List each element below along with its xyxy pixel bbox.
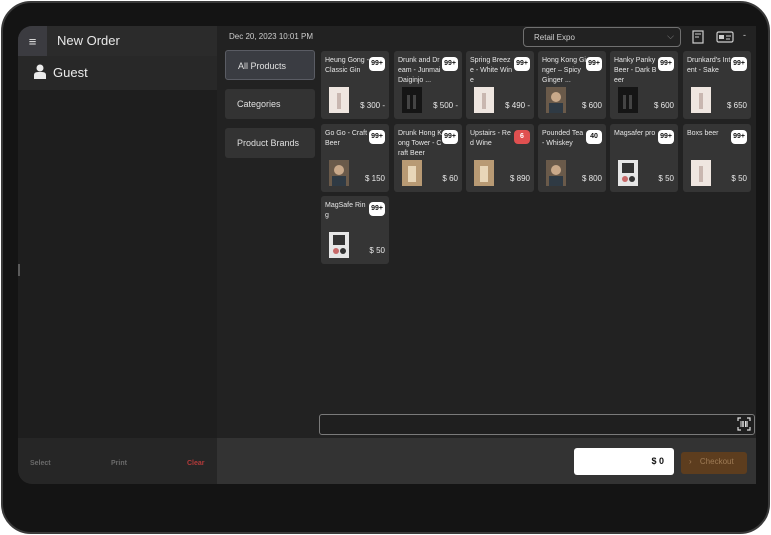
search-scan-input[interactable] — [319, 414, 755, 435]
category-product-brands[interactable]: Product Brands — [225, 128, 315, 158]
product-card[interactable]: Hanky Panky Beer - Dark Beer 99+ $ 600 — [610, 51, 678, 119]
stock-badge: 99+ — [514, 57, 530, 71]
product-card[interactable]: Hong Kong Ginger – Spicy Ginger ... 99+ $ … — [538, 51, 606, 119]
stock-badge: 99+ — [731, 130, 747, 144]
select-button[interactable]: Select — [30, 460, 51, 467]
clear-button[interactable]: Clear — [187, 460, 205, 467]
product-thumbnail — [618, 87, 638, 113]
product-price: $ 800 — [581, 174, 602, 183]
stock-badge: 99+ — [369, 202, 385, 216]
product-name: MagSafe Ring — [325, 202, 366, 219]
person-icon — [34, 64, 46, 79]
stock-badge: 99+ — [369, 130, 385, 144]
product-price: $ 600 — [653, 101, 674, 110]
product-price: $ 60 — [442, 174, 458, 183]
customer-label[interactable]: Guest — [53, 65, 88, 80]
product-name: Drunk Hong Kong Tower - Craft Beer — [398, 130, 442, 157]
product-price: $ 300 - — [360, 101, 385, 110]
category-categories[interactable]: Categories — [225, 89, 315, 119]
category-all-products[interactable]: All Products — [225, 50, 315, 80]
product-thumbnail — [474, 87, 494, 113]
product-card[interactable]: Go Go - Craft Beer 99+ $ 150 — [321, 124, 389, 192]
card-icon[interactable] — [716, 31, 734, 43]
stock-badge: 40 — [586, 130, 602, 144]
product-price: $ 50 — [731, 174, 747, 183]
product-price: $ 600 — [581, 101, 602, 110]
stock-badge: 99+ — [658, 57, 674, 71]
product-thumbnail — [474, 160, 494, 186]
stock-badge: 99+ — [658, 130, 674, 144]
chevron-right-icon: › — [689, 457, 692, 466]
product-thumbnail — [402, 87, 422, 113]
product-card[interactable]: Drunk and Dream - Junmai Daiginjo ... 99+… — [394, 51, 462, 119]
extra-indicator: - — [743, 30, 746, 40]
pos-screen: ≡ New Order Guest Select Print Clear Dec… — [18, 26, 756, 484]
product-price: $ 890 — [509, 174, 530, 183]
product-thumbnail — [691, 160, 711, 186]
product-card[interactable]: MagSafe Ring 99+ $ 50 — [321, 196, 389, 264]
product-card[interactable]: Upstairs - Red Wine 6 $ 890 — [466, 124, 534, 192]
checkout-label: Checkout — [699, 457, 734, 466]
tablet-frame: ≡ New Order Guest Select Print Clear Dec… — [1, 1, 770, 534]
store-select[interactable]: Retail Expo ⌵ — [523, 27, 681, 47]
total-amount: $ 0 — [574, 448, 674, 475]
product-thumbnail — [329, 232, 349, 258]
product-name: Hong Kong Ginger – Spicy Ginger ... — [542, 57, 586, 84]
product-thumbnail — [546, 87, 566, 113]
product-card[interactable]: Pounded Tea - Whiskey 40 $ 800 — [538, 124, 606, 192]
product-name: Drunk and Dream - Junmai Daiginjo ... — [398, 57, 441, 84]
product-thumbnail — [329, 87, 349, 113]
product-name: Magsafer pro — [614, 130, 656, 137]
receipt-icon[interactable] — [692, 30, 704, 44]
stock-badge: 99+ — [731, 57, 747, 71]
product-thumbnail — [546, 160, 566, 186]
product-card[interactable]: Drunkard's Intent - Sake 99+ $ 650 — [683, 51, 751, 119]
product-name: Hanky Panky Beer - Dark Beer — [614, 57, 657, 84]
stock-badge: 99+ — [586, 57, 602, 71]
product-name: Heung Gong - Classic Gin — [325, 57, 369, 74]
datetime-label: Dec 20, 2023 10:01 PM — [229, 32, 314, 41]
product-card[interactable]: Boxs beer 99+ $ 50 — [683, 124, 751, 192]
product-card[interactable]: Drunk Hong Kong Tower - Craft Beer 99+ $ 6… — [394, 124, 462, 192]
product-name: Spring Breeze - White Wine — [470, 57, 513, 84]
checkout-bar — [217, 438, 756, 484]
product-price: $ 50 — [369, 246, 385, 255]
product-name: Go Go - Craft Beer — [325, 130, 368, 147]
product-card[interactable]: Heung Gong - Classic Gin 99+ $ 300 - — [321, 51, 389, 119]
product-price: $ 650 — [726, 101, 747, 110]
panel-drag-handle[interactable] — [18, 264, 20, 276]
product-name: Boxs beer — [687, 130, 719, 137]
stock-badge: 6 — [514, 130, 530, 144]
product-name: Pounded Tea - Whiskey — [542, 130, 584, 147]
customer-row[interactable] — [18, 56, 217, 90]
stock-badge: 99+ — [369, 57, 385, 71]
barcode-scan-icon[interactable] — [737, 417, 751, 431]
product-card[interactable]: Magsafer pro 99+ $ 50 — [610, 124, 678, 192]
order-panel: ≡ New Order Guest Select Print Clear — [18, 26, 217, 484]
product-price: $ 500 - — [433, 101, 458, 110]
product-price: $ 50 — [658, 174, 674, 183]
product-price: $ 150 — [364, 174, 385, 183]
checkout-button[interactable]: › Checkout — [681, 452, 747, 474]
product-thumbnail — [402, 160, 422, 186]
product-thumbnail — [329, 160, 349, 186]
stock-badge: 99+ — [442, 130, 458, 144]
product-thumbnail — [618, 160, 638, 186]
product-card[interactable]: Spring Breeze - White Wine 99+ $ 490 - — [466, 51, 534, 119]
order-title: New Order — [57, 33, 120, 48]
stock-badge: 99+ — [442, 57, 458, 71]
store-select-value: Retail Expo — [534, 33, 575, 42]
product-price: $ 490 - — [505, 101, 530, 110]
print-button[interactable]: Print — [111, 460, 127, 467]
chevron-down-icon: ⌵ — [667, 31, 674, 41]
hamburger-icon[interactable]: ≡ — [18, 26, 47, 56]
product-name: Upstairs - Red Wine — [470, 130, 511, 147]
product-name: Drunkard's Intent - Sake — [687, 57, 731, 74]
product-thumbnail — [691, 87, 711, 113]
